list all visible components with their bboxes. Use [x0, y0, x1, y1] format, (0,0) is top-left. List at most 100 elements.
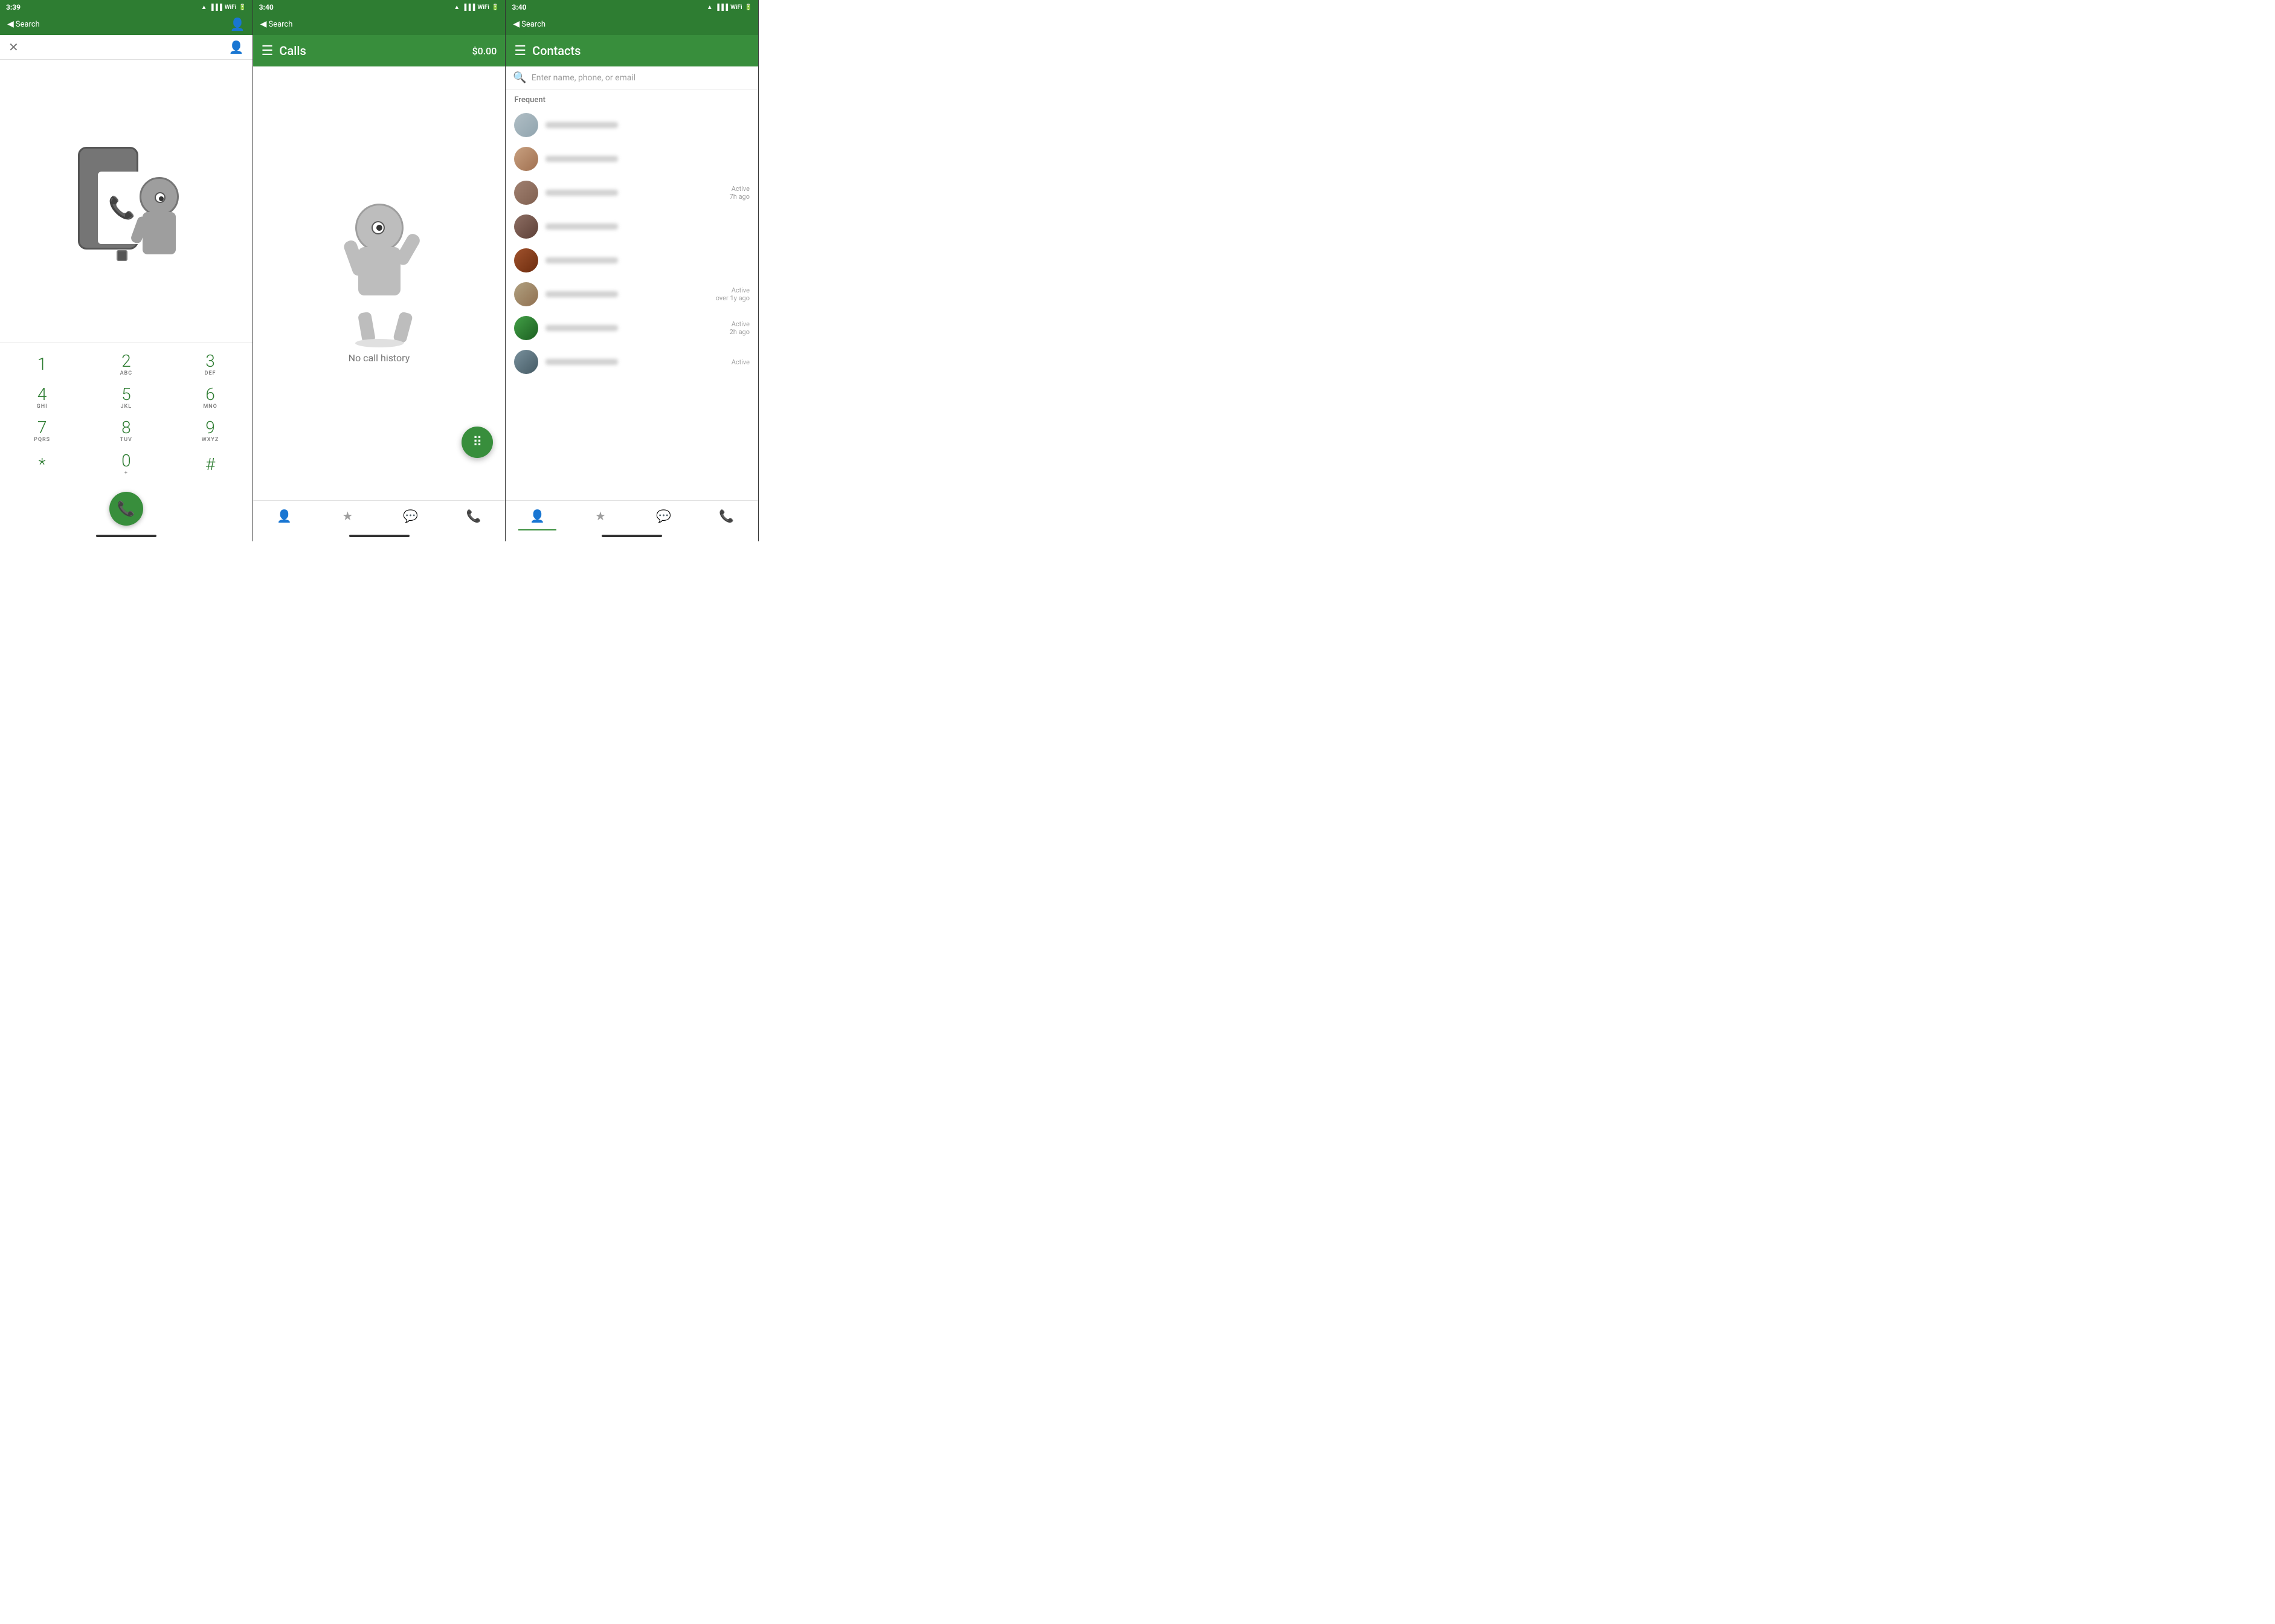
contact-info-6 — [545, 291, 708, 297]
contact-item-3[interactable]: Active 7h ago — [506, 176, 758, 210]
calls-nav-contacts[interactable]: 👤 — [253, 501, 316, 530]
search-input-contacts[interactable]: Enter name, phone, or email — [532, 73, 751, 83]
profile-icon-dialer[interactable]: 👤 — [230, 17, 245, 31]
contact-info-3 — [545, 190, 722, 196]
home-bar-3 — [602, 535, 662, 537]
messages-nav-icon-2: 💬 — [403, 509, 418, 523]
signal-icon-3: ▐▐▐ — [715, 4, 728, 11]
dial-key-6[interactable]: 6 MNO — [168, 381, 252, 414]
mascot-eye — [155, 192, 166, 203]
contact-avatar-8 — [514, 350, 538, 374]
dial-num-4: 4 — [37, 386, 47, 403]
dial-key-0[interactable]: 0 + — [84, 448, 168, 481]
back-arrow-icon-2: ◀ — [260, 19, 267, 29]
calls-balance: $0.00 — [472, 45, 497, 57]
dial-num-2: 2 — [121, 353, 131, 370]
calls-nav-messages[interactable]: 💬 — [379, 501, 442, 530]
mascot2-leg-right — [392, 311, 413, 344]
contact-avatar-4 — [514, 214, 538, 239]
contact-name-blur-3 — [545, 190, 618, 196]
contacts-bottom-nav: 👤 ★ 💬 📞 — [506, 500, 758, 530]
active-label-6: Active — [716, 286, 750, 294]
contact-info-1 — [545, 122, 750, 128]
status-time-2: 3:40 — [259, 3, 274, 11]
dial-letters-2: ABC — [120, 370, 133, 376]
fab-dialpad-icon: ⠿ — [472, 435, 482, 450]
dial-key-7[interactable]: 7 PQRS — [0, 414, 84, 448]
dial-letters-5: JKL — [121, 404, 132, 410]
menu-icon-contacts[interactable]: ☰ — [514, 44, 526, 59]
battery-icon-3: 🔋 — [745, 4, 752, 11]
back-button-dialer[interactable]: ◀ Search — [7, 19, 40, 29]
contacts-nav-icon-2: 👤 — [277, 509, 292, 523]
fab-dialpad-button[interactable]: ⠿ — [462, 427, 493, 458]
battery-icon-1: 🔋 — [239, 4, 246, 11]
dial-key-5[interactable]: 5 JKL — [84, 381, 168, 414]
contact-item-1[interactable] — [506, 108, 758, 142]
contact-item-4[interactable] — [506, 210, 758, 243]
back-label-1: Search — [16, 20, 40, 29]
dial-key-hash[interactable]: # — [168, 448, 252, 481]
time-ago-3: 7h ago — [730, 193, 750, 201]
contacts-search-bar: 🔍 Enter name, phone, or email — [506, 66, 758, 89]
contact-name-blur-8 — [545, 359, 618, 365]
status-bar-dialer: 3:39 ▲ ▐▐▐ WiFi 🔋 — [0, 0, 253, 13]
calls-bottom-nav: 👤 ★ 💬 📞 — [253, 500, 506, 530]
dial-key-1[interactable]: 1 — [0, 348, 84, 381]
mascot2-eye — [372, 221, 385, 234]
dial-letters-7: PQRS — [34, 437, 50, 443]
contacts-nav-calls[interactable]: 📞 — [695, 501, 758, 530]
contact-status-3: Active 7h ago — [730, 185, 750, 201]
dial-key-8[interactable]: 8 TUV — [84, 414, 168, 448]
signal-icon-2: ▐▐▐ — [462, 4, 475, 11]
contact-item-8[interactable]: Active — [506, 345, 758, 379]
favorites-nav-icon-3: ★ — [595, 509, 606, 523]
mascot2-leg-left — [357, 311, 375, 343]
home-indicator-1 — [0, 530, 253, 541]
back-button-calls[interactable]: ◀ Search — [260, 19, 293, 29]
dial-num-6: 6 — [205, 386, 215, 403]
contact-status-7: Active 2h ago — [730, 320, 750, 336]
contact-info-7 — [545, 325, 722, 331]
contact-item-6[interactable]: Active over 1y ago — [506, 277, 758, 311]
close-button[interactable]: ✕ — [8, 40, 19, 54]
search-icon-contacts: 🔍 — [513, 71, 526, 84]
dial-letters-6: MNO — [203, 404, 217, 410]
back-button-contacts[interactable]: ◀ Search — [513, 19, 545, 29]
status-bar-calls: 3:40 ▲ ▐▐▐ WiFi 🔋 — [253, 0, 506, 13]
call-phone-icon: 📞 — [117, 500, 135, 517]
home-bar-2 — [349, 535, 410, 537]
contacts-nav-messages[interactable]: 💬 — [632, 501, 695, 530]
dial-num-3: 3 — [205, 353, 215, 370]
location-icon-3: ▲ — [707, 4, 713, 11]
menu-icon-calls[interactable]: ☰ — [262, 44, 274, 59]
wifi-icon-2: WiFi — [477, 4, 489, 11]
dial-key-2[interactable]: 2 ABC — [84, 348, 168, 381]
call-button[interactable]: 📞 — [109, 492, 143, 526]
back-label-3: Search — [521, 20, 545, 29]
dial-key-star[interactable]: * — [0, 448, 84, 481]
mascot2-head — [355, 204, 404, 252]
contact-item-7[interactable]: Active 2h ago — [506, 311, 758, 345]
contact-item-5[interactable] — [506, 243, 758, 277]
contact-avatar-1 — [514, 113, 538, 137]
contact-name-blur-2 — [545, 156, 618, 162]
phone-body: 📞 — [78, 147, 138, 250]
contact-item-2[interactable] — [506, 142, 758, 176]
dial-num-hash: # — [205, 456, 215, 473]
dial-key-9[interactable]: 9 WXYZ — [168, 414, 252, 448]
dial-key-4[interactable]: 4 GHI — [0, 381, 84, 414]
account-icon[interactable]: 👤 — [229, 40, 244, 54]
contact-status-6: Active over 1y ago — [716, 286, 750, 302]
calls-nav-favorites[interactable]: ★ — [316, 501, 379, 530]
dialpad: 1 2 ABC 3 DEF 4 GHI 5 JKL 6 MNO 7 PQRS — [0, 343, 253, 486]
contacts-nav-icon-3: 👤 — [530, 509, 545, 523]
dial-num-1: 1 — [37, 356, 47, 373]
contacts-nav-favorites[interactable]: ★ — [569, 501, 632, 530]
status-bar-contacts: 3:40 ▲ ▐▐▐ WiFi 🔋 — [506, 0, 758, 13]
calls-nav-calls[interactable]: 📞 — [442, 501, 505, 530]
status-icons-3: ▲ ▐▐▐ WiFi 🔋 — [707, 4, 752, 11]
contacts-nav-contacts[interactable]: 👤 — [506, 501, 568, 530]
contact-name-blur-4 — [545, 224, 618, 230]
dial-key-3[interactable]: 3 DEF — [168, 348, 252, 381]
